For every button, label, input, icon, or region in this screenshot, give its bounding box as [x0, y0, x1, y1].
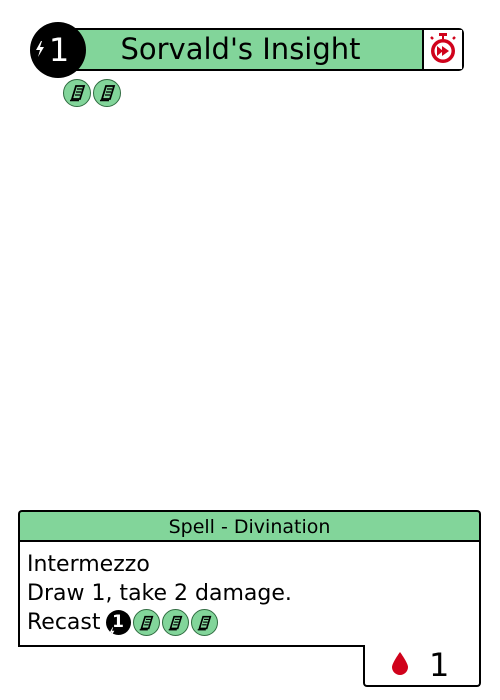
spellbook-token-icon	[63, 79, 91, 107]
blood-drop-icon	[391, 651, 409, 679]
type-line-text: Spell - Divination	[168, 515, 331, 538]
recast-label: Recast	[27, 610, 101, 635]
spellbook-token-icon	[161, 609, 189, 636]
spellbook-token-icon	[190, 609, 218, 636]
lightning-bolt-icon	[35, 41, 45, 61]
spellbook-token-icon	[93, 79, 121, 107]
instant-speed-box	[422, 30, 462, 69]
spellbook-token-icon	[132, 609, 160, 636]
cost-badge: 1	[30, 22, 86, 78]
recast-cost-badge: 1	[105, 610, 131, 637]
health-value: 1	[429, 646, 450, 684]
rules-line-keyword: Intermezzo	[27, 552, 150, 577]
card-title: Sorvald's Insight	[120, 32, 361, 66]
lightning-bolt-icon	[109, 618, 115, 647]
type-line: Spell - Divination	[18, 510, 481, 541]
health-box: 1	[363, 645, 481, 687]
requirement-icons	[63, 79, 121, 107]
cost-value: 1	[48, 31, 70, 69]
title-bar: Sorvald's Insight	[57, 28, 464, 71]
rules-text-box: Intermezzo Draw 1, take 2 damage. Recast…	[18, 540, 481, 647]
instant-stopwatch-icon	[426, 31, 460, 69]
recast-line: Recast 1	[27, 608, 479, 637]
rules-line-effect: Draw 1, take 2 damage.	[27, 581, 292, 606]
